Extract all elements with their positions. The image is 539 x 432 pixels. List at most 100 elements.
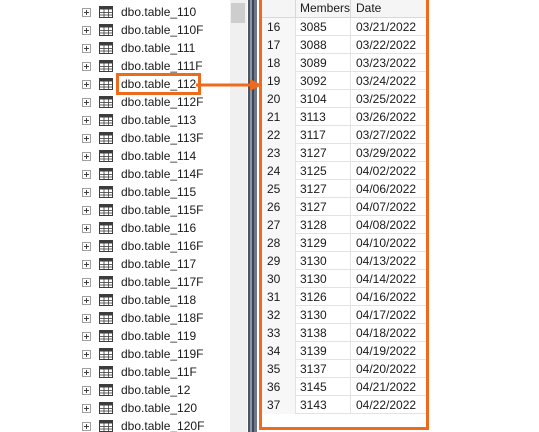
row-number-cell[interactable]: 18 — [262, 54, 296, 72]
tree-item-table[interactable]: dbo.table_117 — [82, 255, 198, 273]
tree-item-table[interactable]: dbo.table_114 — [82, 147, 198, 165]
table-row[interactable]: 16 3085 03/21/2022 — [262, 18, 427, 36]
members-cell[interactable]: 3145 — [296, 378, 351, 396]
date-cell[interactable]: 03/21/2022 — [351, 18, 427, 36]
plus-expander-icon[interactable] — [82, 313, 91, 323]
plus-expander-icon[interactable] — [82, 349, 91, 359]
row-number-cell[interactable]: 23 — [262, 144, 296, 162]
row-number-cell[interactable]: 21 — [262, 108, 296, 126]
row-number-cell[interactable]: 24 — [262, 162, 296, 180]
table-row[interactable]: 35 3137 04/20/2022 — [262, 360, 427, 378]
members-cell[interactable]: 3143 — [296, 396, 351, 414]
table-row[interactable]: 21 3113 03/26/2022 — [262, 108, 427, 126]
date-cell[interactable]: 03/26/2022 — [351, 108, 427, 126]
table-row[interactable]: 25 3127 04/06/2022 — [262, 180, 427, 198]
date-cell[interactable]: 04/08/2022 — [351, 216, 427, 234]
pane-splitter[interactable] — [248, 0, 257, 432]
plus-expander-icon[interactable] — [82, 259, 91, 269]
tree-item-table[interactable]: dbo.table_119F — [82, 345, 206, 363]
date-cell[interactable]: 04/13/2022 — [351, 252, 427, 270]
tree-item-table[interactable]: dbo.table_118 — [82, 291, 198, 309]
table-row[interactable]: 18 3089 03/23/2022 — [262, 54, 427, 72]
plus-expander-icon[interactable] — [82, 295, 91, 305]
tree-item-table[interactable]: dbo.table_112F — [82, 93, 206, 111]
members-cell[interactable]: 3104 — [296, 90, 351, 108]
table-row[interactable]: 22 3117 03/27/2022 — [262, 126, 427, 144]
table-row[interactable]: 20 3104 03/25/2022 — [262, 90, 427, 108]
plus-expander-icon[interactable] — [82, 277, 91, 287]
members-cell[interactable]: 3127 — [296, 198, 351, 216]
row-number-cell[interactable]: 37 — [262, 396, 296, 414]
members-cell[interactable]: 3126 — [296, 288, 351, 306]
tree-item-table[interactable]: dbo.table_113F — [82, 129, 206, 147]
members-cell[interactable]: 3125 — [296, 162, 351, 180]
plus-expander-icon[interactable] — [82, 61, 91, 71]
date-cell[interactable]: 04/07/2022 — [351, 198, 427, 216]
table-row[interactable]: 29 3130 04/13/2022 — [262, 252, 427, 270]
row-number-cell[interactable]: 25 — [262, 180, 296, 198]
tree-item-table[interactable]: dbo.table_116F — [82, 237, 206, 255]
plus-expander-icon[interactable] — [82, 115, 91, 125]
table-row[interactable]: 30 3130 04/14/2022 — [262, 270, 427, 288]
date-cell[interactable]: 03/27/2022 — [351, 126, 427, 144]
table-row[interactable]: 33 3138 04/18/2022 — [262, 324, 427, 342]
plus-expander-icon[interactable] — [82, 7, 91, 17]
members-cell[interactable]: 3139 — [296, 342, 351, 360]
tree-vertical-scrollbar[interactable] — [230, 0, 247, 432]
table-row[interactable]: 34 3139 04/19/2022 — [262, 342, 427, 360]
members-cell[interactable]: 3117 — [296, 126, 351, 144]
date-cell[interactable]: 04/10/2022 — [351, 234, 427, 252]
members-cell[interactable]: 3088 — [296, 36, 351, 54]
tree-item-table[interactable]: dbo.table_111F — [82, 57, 205, 75]
date-column-header[interactable]: Date — [351, 0, 427, 17]
row-number-cell[interactable]: 35 — [262, 360, 296, 378]
members-cell[interactable]: 3138 — [296, 324, 351, 342]
date-cell[interactable]: 03/23/2022 — [351, 54, 427, 72]
plus-expander-icon[interactable] — [82, 25, 91, 35]
members-cell[interactable]: 3085 — [296, 18, 351, 36]
plus-expander-icon[interactable] — [82, 223, 91, 233]
tree-item-table[interactable]: dbo.table_12 — [82, 381, 192, 399]
tree-item-table[interactable]: dbo.table_111 — [82, 39, 197, 57]
row-number-cell[interactable]: 26 — [262, 198, 296, 216]
row-number-cell[interactable]: 16 — [262, 18, 296, 36]
tree-item-table[interactable]: dbo.table_120 — [82, 399, 199, 417]
members-cell[interactable]: 3127 — [296, 180, 351, 198]
table-row[interactable]: 27 3128 04/08/2022 — [262, 216, 427, 234]
members-cell[interactable]: 3127 — [296, 144, 351, 162]
plus-expander-icon[interactable] — [82, 79, 91, 89]
date-cell[interactable]: 04/14/2022 — [351, 270, 427, 288]
plus-expander-icon[interactable] — [82, 385, 91, 395]
row-number-cell[interactable]: 22 — [262, 126, 296, 144]
tree-item-table[interactable]: dbo.table_115F — [82, 201, 206, 219]
date-cell[interactable]: 04/16/2022 — [351, 288, 427, 306]
date-cell[interactable]: 04/21/2022 — [351, 378, 427, 396]
members-cell[interactable]: 3092 — [296, 72, 351, 90]
tree-item-table[interactable]: dbo.table_119 — [82, 327, 198, 345]
tree-item-table[interactable]: dbo.table_118F — [82, 309, 206, 327]
row-number-cell[interactable]: 19 — [262, 72, 296, 90]
tree-item-table[interactable]: dbo.table_11F — [82, 363, 199, 381]
row-number-cell[interactable]: 33 — [262, 324, 296, 342]
table-row[interactable]: 23 3127 03/29/2022 — [262, 144, 427, 162]
table-row[interactable]: 24 3125 04/02/2022 — [262, 162, 427, 180]
row-number-cell[interactable]: 32 — [262, 306, 296, 324]
members-column-header[interactable]: Members — [296, 0, 351, 17]
table-row[interactable]: 32 3130 04/17/2022 — [262, 306, 427, 324]
plus-expander-icon[interactable] — [82, 367, 91, 377]
table-row[interactable]: 17 3088 03/22/2022 — [262, 36, 427, 54]
members-cell[interactable]: 3129 — [296, 234, 351, 252]
plus-expander-icon[interactable] — [82, 169, 91, 179]
row-number-cell[interactable]: 17 — [262, 36, 296, 54]
row-number-cell[interactable]: 30 — [262, 270, 296, 288]
table-row[interactable]: 19 3092 03/24/2022 — [262, 72, 427, 90]
plus-expander-icon[interactable] — [82, 331, 91, 341]
row-number-cell[interactable]: 20 — [262, 90, 296, 108]
row-number-cell[interactable]: 31 — [262, 288, 296, 306]
row-number-cell[interactable]: 27 — [262, 216, 296, 234]
plus-expander-icon[interactable] — [82, 151, 91, 161]
table-row[interactable]: 26 3127 04/07/2022 — [262, 198, 427, 216]
row-number-cell[interactable]: 36 — [262, 378, 296, 396]
members-cell[interactable]: 3113 — [296, 108, 351, 126]
date-cell[interactable]: 04/17/2022 — [351, 306, 427, 324]
